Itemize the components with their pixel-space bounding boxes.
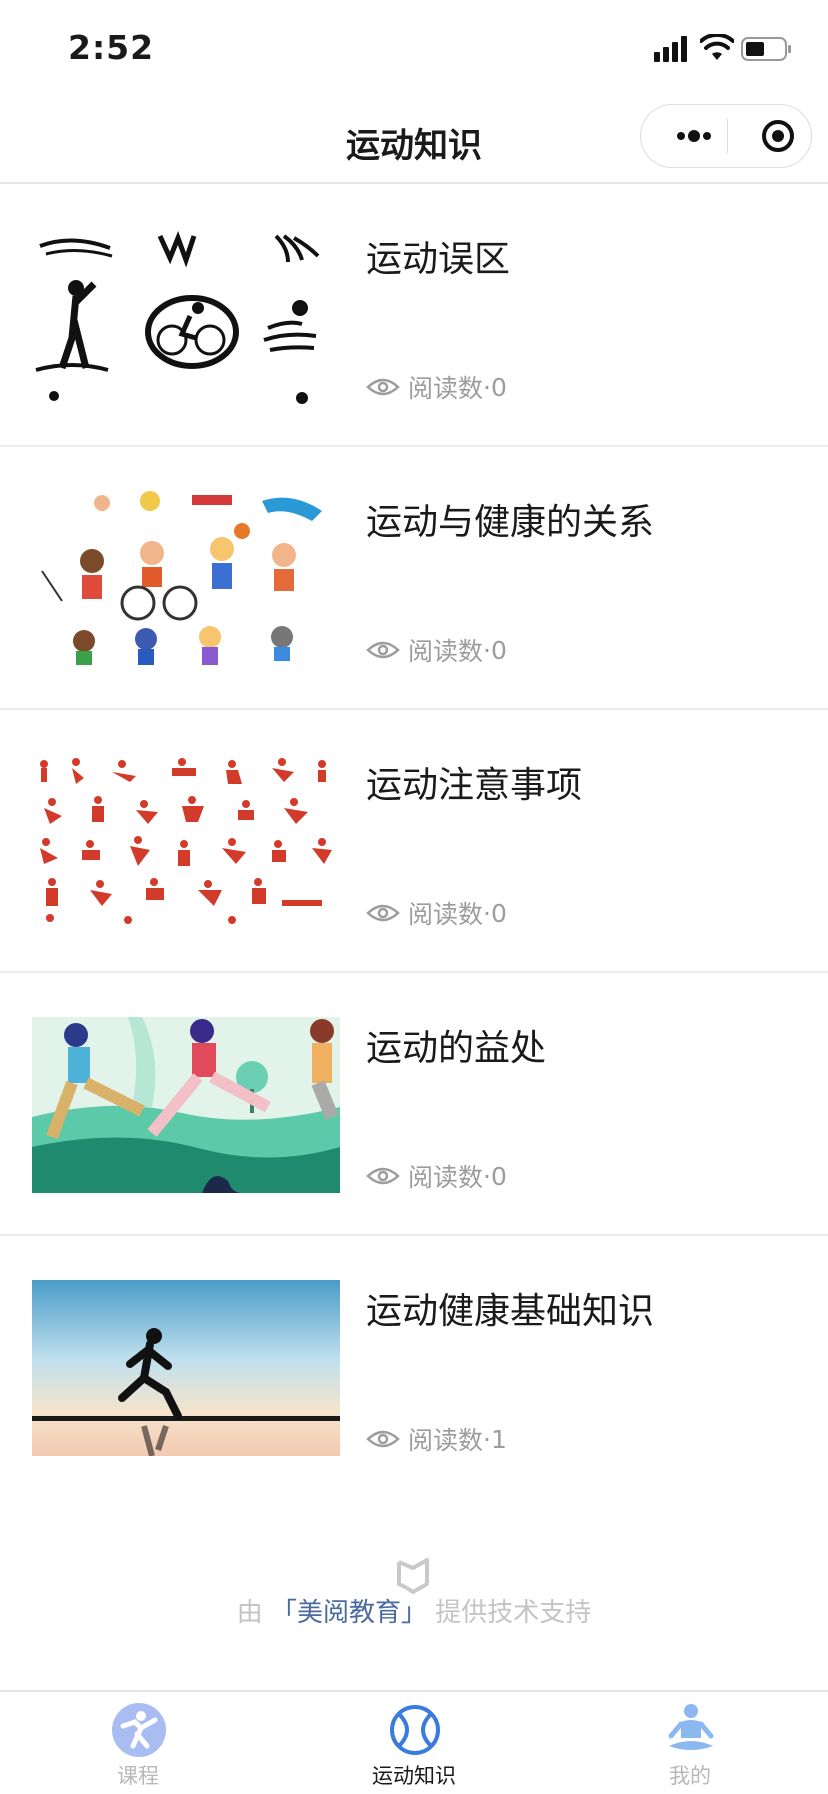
- read-count-value: 0: [490, 635, 507, 665]
- read-count-separator: ·: [483, 1424, 491, 1454]
- read-count-value: 0: [490, 372, 507, 402]
- tab-course[interactable]: 课程: [0, 1692, 276, 1792]
- sports-pictograms-image: [32, 228, 340, 404]
- eye-icon: [366, 904, 400, 922]
- battery-icon: [741, 37, 791, 61]
- article-title: 运动健康基础知识: [366, 1291, 655, 1332]
- read-count-separator: ·: [483, 372, 491, 402]
- cartoon-kids-sports-image: [32, 491, 340, 667]
- read-count: 阅读数 · 0: [366, 370, 507, 404]
- article-title: 运动的益处: [366, 1028, 547, 1069]
- eye-icon: [366, 1167, 400, 1185]
- read-count-separator: ·: [483, 635, 491, 665]
- meiyue-logo-icon: [397, 1558, 429, 1594]
- more-icon[interactable]: [663, 105, 725, 167]
- read-count-label: 阅读数: [408, 1426, 484, 1455]
- article-title: 运动误区: [366, 239, 511, 280]
- read-count-separator: ·: [483, 898, 491, 928]
- eye-icon: [366, 641, 400, 659]
- read-count-label: 阅读数: [408, 374, 484, 403]
- tech-support-text: 由 「美阅教育」 提供技术支持: [0, 1592, 828, 1629]
- read-count: 阅读数 · 1: [366, 1422, 507, 1456]
- article-title: 运动注意事项: [366, 765, 583, 806]
- read-count: 阅读数 · 0: [366, 633, 507, 667]
- list-item[interactable]: 运动健康基础知识 阅读数 · 1: [0, 1236, 828, 1499]
- signal-icon: [654, 36, 687, 62]
- runner-sunset-image: [32, 1280, 340, 1456]
- eye-icon: [366, 1430, 400, 1448]
- close-target-icon[interactable]: [747, 105, 809, 167]
- eye-icon: [366, 378, 400, 396]
- wifi-icon: [700, 34, 734, 60]
- course-icon: [112, 1703, 166, 1757]
- tab-sports-knowledge[interactable]: 运动知识: [276, 1692, 552, 1792]
- running-illustration-image: [32, 1017, 340, 1193]
- list-item[interactable]: 运动注意事项 阅读数 · 0: [0, 710, 828, 973]
- nav-bar: 运动知识: [0, 96, 828, 184]
- list-item[interactable]: 运动误区 阅读数 · 0: [0, 184, 828, 447]
- red-sports-silhouettes-image: [32, 754, 340, 930]
- read-count-label: 阅读数: [408, 900, 484, 929]
- tech-support-prefix: 由: [236, 1598, 263, 1628]
- ball-icon: [390, 1705, 440, 1755]
- read-count-value: 1: [490, 1424, 507, 1454]
- status-time: 2:52: [68, 28, 155, 67]
- meditation-icon: [668, 1704, 714, 1750]
- read-count-value: 0: [490, 898, 507, 928]
- read-count-label: 阅读数: [408, 1163, 484, 1192]
- article-list: 运动误区 阅读数 · 0 运动与健康的关系 阅读数 · 0 运动注意事项 阅读数…: [0, 184, 828, 1499]
- tech-support-suffix: 提供技术支持: [435, 1598, 592, 1628]
- read-count-separator: ·: [483, 1161, 491, 1191]
- status-bar: 2:52: [0, 0, 828, 96]
- list-item[interactable]: 运动的益处 阅读数 · 0: [0, 973, 828, 1236]
- mini-program-capsule: [640, 104, 812, 168]
- tab-label: 运动知识: [372, 1764, 456, 1788]
- capsule-divider: [727, 119, 728, 153]
- read-count: 阅读数 · 0: [366, 1159, 507, 1193]
- tab-mine[interactable]: 我的: [552, 1692, 828, 1792]
- tab-label: 我的: [669, 1764, 711, 1788]
- read-count-label: 阅读数: [408, 637, 484, 666]
- read-count-value: 0: [490, 1161, 507, 1191]
- tech-support-brand-link[interactable]: 「美阅教育」: [271, 1598, 427, 1628]
- tab-bar: 课程 运动知识 我的: [0, 1690, 828, 1794]
- article-title: 运动与健康的关系: [366, 502, 655, 543]
- read-count: 阅读数 · 0: [366, 896, 507, 930]
- list-item[interactable]: 运动与健康的关系 阅读数 · 0: [0, 447, 828, 710]
- tab-label: 课程: [117, 1764, 159, 1788]
